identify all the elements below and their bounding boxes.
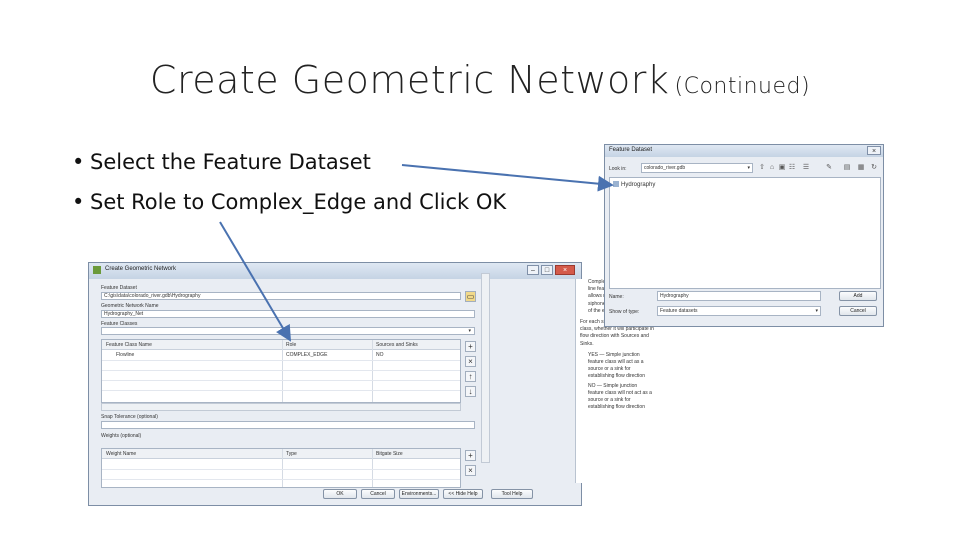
arrow-to-dataset-icon: [401, 164, 614, 192]
arrow-to-role-icon: [219, 221, 292, 342]
callout-arrows: [219, 164, 614, 342]
